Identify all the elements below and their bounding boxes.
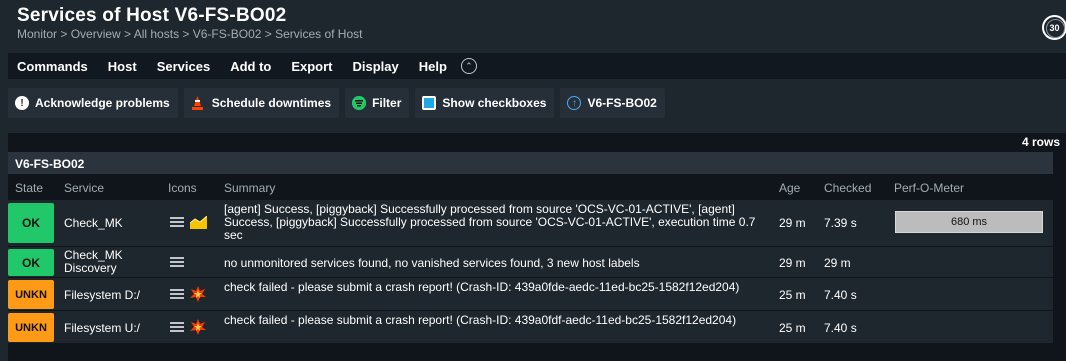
collapse-toggle-icon[interactable]: ⌃ (460, 58, 477, 74)
table-row: UNKN Filesystem U:/ check failed - pleas… (8, 311, 1053, 343)
host-link-button[interactable]: ↑ V6-FS-BO02 (560, 88, 665, 118)
action-menu-icon[interactable] (170, 322, 184, 332)
page-header: Services of Host V6-FS-BO02 Monitor > Ov… (0, 0, 1066, 50)
crash-report-icon[interactable] (190, 319, 206, 335)
column-service[interactable]: Service (64, 181, 104, 195)
checkboxes-label: Show checkboxes (442, 96, 547, 110)
summary-text: [agent] Success, [piggyback] Successfull… (224, 202, 756, 242)
arrow-up-circle-icon: ↑ (567, 96, 582, 110)
menu-host[interactable]: Host (108, 59, 137, 74)
schedule-label: Schedule downtimes (211, 96, 332, 110)
rows-count: 4 rows (1021, 135, 1060, 149)
table-row: UNKN Filesystem D:/ check failed - pleas… (8, 278, 1053, 310)
menu-display[interactable]: Display (353, 59, 399, 74)
state-badge[interactable]: OK (8, 249, 54, 276)
graph-icon[interactable] (189, 215, 208, 229)
filter-button[interactable]: Filter (345, 88, 410, 118)
filter-label: Filter (372, 96, 402, 110)
column-age[interactable]: Age (779, 181, 800, 195)
column-summary[interactable]: Summary (224, 181, 275, 195)
state-badge[interactable]: OK (8, 203, 54, 243)
age-value: 25 m (779, 321, 806, 335)
action-menu-icon[interactable] (170, 217, 184, 227)
service-name[interactable]: Check_MK (64, 216, 123, 230)
host-group-header[interactable]: V6-FS-BO02 (8, 152, 1053, 174)
filter-icon (352, 96, 367, 110)
table-row: OK Check_MK [agent] Success, [piggyback]… (8, 200, 1053, 246)
acknowledge-icon: ! (15, 96, 29, 110)
menu-export[interactable]: Export (291, 59, 332, 74)
summary-text: no unmonitored services found, no vanish… (224, 256, 640, 270)
table-row: OK Check_MK Discovery no unmonitored ser… (8, 247, 1053, 277)
menu-services[interactable]: Services (157, 59, 211, 74)
state-badge[interactable]: UNKN (8, 313, 54, 342)
refresh-seconds: 30 (1049, 22, 1060, 33)
service-name[interactable]: Filesystem U:/ (64, 321, 140, 335)
host-link-label: V6-FS-BO02 (587, 96, 657, 110)
column-perf-o-meter[interactable]: Perf-O-Meter (894, 181, 964, 195)
traffic-cone-icon (191, 96, 205, 110)
services-table: 4 rows V6-FS-BO02 State Service Icons Su… (8, 133, 1066, 361)
refresh-timer-icon[interactable]: 30 (1042, 15, 1066, 40)
checked-value: 29 m (824, 256, 851, 270)
menu-commands[interactable]: Commands (17, 59, 88, 74)
service-name[interactable]: Filesystem D:/ (64, 288, 140, 302)
menu-help[interactable]: Help (419, 59, 447, 74)
page-title: Services of Host V6-FS-BO02 (17, 5, 287, 26)
summary-text: check failed - please submit a crash rep… (224, 313, 737, 327)
action-menu-icon[interactable] (170, 257, 184, 267)
breadcrumb[interactable]: Monitor > Overview > All hosts > V6-FS-B… (17, 27, 362, 41)
page-menu-bar: Commands Host Services Add to Export Dis… (8, 53, 1066, 79)
checked-value: 7.40 s (824, 321, 857, 335)
table-header-row: State Service Icons Summary Age Checked … (8, 175, 1053, 197)
age-value: 25 m (779, 288, 806, 302)
age-value: 29 m (779, 256, 806, 270)
column-checked[interactable]: Checked (824, 181, 871, 195)
column-icons[interactable]: Icons (168, 181, 197, 195)
summary-text: check failed - please submit a crash rep… (224, 280, 740, 294)
state-badge[interactable]: UNKN (8, 280, 54, 309)
acknowledge-label: Acknowledge problems (35, 96, 170, 110)
checkbox-icon (422, 96, 437, 110)
acknowledge-problems-button[interactable]: ! Acknowledge problems (8, 88, 178, 118)
show-checkboxes-button[interactable]: Show checkboxes (415, 88, 555, 118)
perf-o-meter[interactable]: 680 ms (895, 211, 1043, 233)
service-name[interactable]: Check_MK Discovery (64, 249, 139, 275)
schedule-downtimes-button[interactable]: Schedule downtimes (183, 88, 340, 118)
action-menu-icon[interactable] (170, 289, 184, 299)
age-value: 29 m (779, 216, 806, 230)
crash-report-icon[interactable] (190, 286, 206, 302)
shortcut-bar: ! Acknowledge problems Schedule downtime… (8, 88, 665, 118)
checked-value: 7.40 s (824, 288, 857, 302)
column-state[interactable]: State (15, 181, 43, 195)
checked-value: 7.39 s (824, 216, 857, 230)
menu-add-to[interactable]: Add to (230, 59, 271, 74)
